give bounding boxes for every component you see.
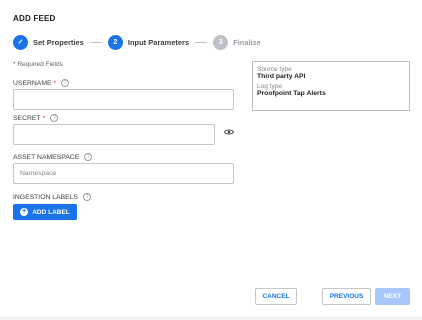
plus-icon: + [20, 208, 29, 216]
step-label: Set Properties [33, 37, 84, 47]
log-type-label: Log type [257, 83, 282, 90]
help-icon[interactable]: ? [82, 193, 91, 201]
source-type-value: Third party API [257, 73, 306, 80]
step-number: 2 [107, 34, 123, 50]
secret-label-text: SECRET [13, 114, 41, 122]
ingestion-labels-text: INGESTION LABELS [13, 193, 78, 201]
username-label: USERNAME * ? [13, 79, 70, 87]
ingestion-labels-label: INGESTION LABELS ? [13, 193, 91, 201]
namespace-label-text: ASSET NAMESPACE [13, 153, 80, 161]
required-fields-note: * Required Fields [13, 61, 63, 68]
step-divider [89, 41, 102, 43]
help-icon[interactable]: ? [61, 79, 70, 87]
dialog-title: ADD FEED [13, 14, 56, 23]
next-button[interactable]: NEXT [375, 288, 410, 305]
previous-button[interactable]: PREVIOUS [322, 288, 371, 305]
required-asterisk: * [53, 79, 57, 87]
step-label: Input Parameters [127, 37, 190, 47]
username-label-text: USERNAME [13, 79, 52, 87]
step-check-icon: ✓ [13, 34, 28, 50]
username-field[interactable] [13, 89, 234, 110]
required-asterisk: * [42, 114, 46, 122]
log-type-value: Proofpoint Tap Alerts [257, 90, 326, 97]
show-password-eye-icon[interactable] [224, 128, 234, 136]
help-icon[interactable]: ? [84, 153, 93, 161]
step-divider [195, 41, 208, 43]
source-type-label: Source type [257, 66, 292, 73]
add-label-text: ADD LABEL [32, 208, 70, 216]
add-feed-dialog: ADD FEED ✓ Set Properties 2 Input Parame… [0, 0, 422, 320]
stepper: ✓ Set Properties 2 Input Parameters 3 Fi… [13, 34, 261, 50]
step-number: 3 [213, 34, 229, 50]
secret-field[interactable] [13, 124, 215, 145]
feed-summary-box: Source type Third party API Log type Pro… [252, 61, 410, 111]
step-input-parameters[interactable]: 2 Input Parameters [107, 34, 190, 50]
help-icon[interactable]: ? [50, 114, 59, 122]
background-strip [0, 316, 422, 320]
step-finalize: 3 Finalize [213, 34, 261, 50]
namespace-field[interactable]: Namespace [13, 163, 234, 184]
namespace-label: ASSET NAMESPACE ? [13, 153, 93, 161]
secret-label: SECRET * ? [13, 114, 59, 122]
step-set-properties[interactable]: ✓ Set Properties [13, 34, 84, 50]
add-label-button[interactable]: + ADD LABEL [13, 204, 77, 220]
cancel-button[interactable]: CANCEL [255, 288, 297, 305]
step-label: Finalize [233, 37, 261, 47]
